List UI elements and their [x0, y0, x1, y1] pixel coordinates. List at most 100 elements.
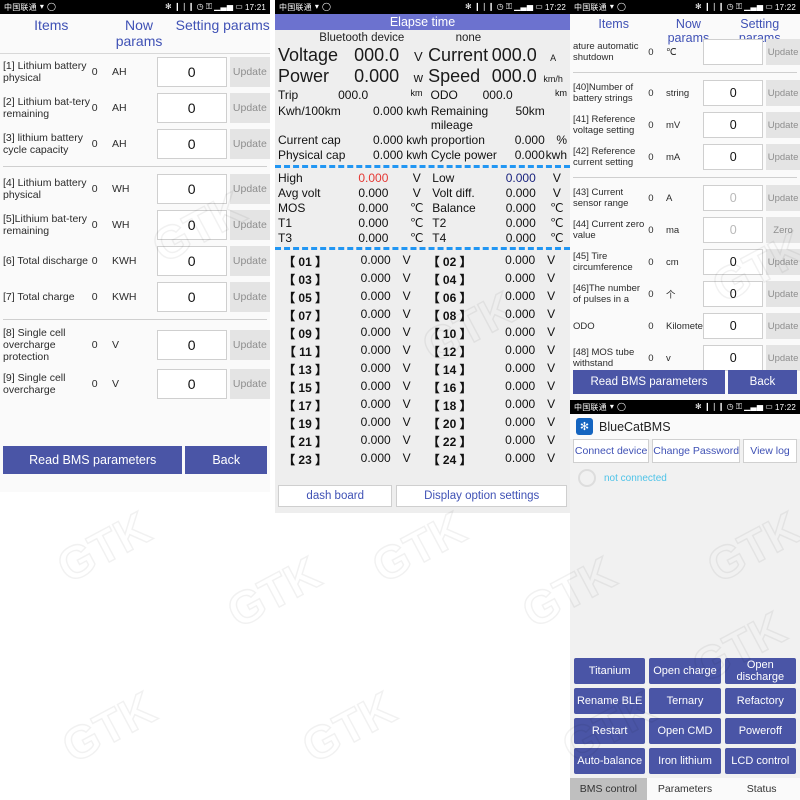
dash-board-button[interactable]: dash board: [278, 485, 393, 507]
tab-parameters[interactable]: Parameters: [647, 778, 724, 800]
control-button-open-discharge[interactable]: Open discharge: [724, 658, 796, 684]
param-input[interactable]: [703, 249, 764, 275]
read-bms-parameters-button[interactable]: Read BMS parameters: [3, 446, 183, 474]
param-input[interactable]: [703, 112, 764, 138]
param-button-wrap: Update: [227, 282, 270, 312]
cell-value-2: 0.000: [505, 342, 536, 357]
param-update-button[interactable]: Update: [229, 93, 270, 123]
param-update-button[interactable]: Update: [229, 369, 270, 399]
param-now-value: 0: [91, 102, 98, 114]
tab-bms-control[interactable]: BMS control: [570, 778, 647, 800]
signal-icon: ▾: [609, 2, 615, 11]
param-update-button[interactable]: Zero: [766, 217, 800, 243]
cell-voltage-row: 【 09 】 0.000 V 【 10 】 0.000 V: [278, 324, 567, 342]
dashboard-stat-row: High 0.000 V Low 0.000 V: [278, 170, 567, 185]
param-update-button[interactable]: Update: [229, 330, 270, 360]
param-name: [45] Tire circumference: [573, 251, 633, 273]
tab-status[interactable]: Status: [723, 778, 800, 800]
param-update-button[interactable]: Update: [229, 246, 270, 276]
param-update-button[interactable]: Update: [766, 185, 800, 211]
param-input[interactable]: [156, 282, 227, 312]
param-now-value: 0: [91, 339, 98, 351]
signal-icon: ▾: [314, 2, 320, 11]
cell-unit-2: V: [547, 324, 556, 339]
control-button-restart[interactable]: Restart: [574, 718, 646, 744]
param-input-wrap: [156, 246, 227, 276]
param-update-button[interactable]: Update: [229, 129, 270, 159]
param-input[interactable]: [703, 185, 764, 211]
param-update-button[interactable]: Update: [229, 282, 270, 312]
param-update-button[interactable]: Update: [766, 281, 800, 307]
toolbar-button-change-password[interactable]: Change Password: [652, 439, 741, 463]
battery-icon: ▭: [235, 2, 243, 11]
param-unit: WH: [111, 183, 130, 195]
param-input[interactable]: [156, 369, 227, 399]
header-now-params: Now params: [115, 17, 163, 49]
param-update-button[interactable]: Update: [766, 39, 800, 65]
param-update-button[interactable]: Update: [766, 80, 800, 106]
param-input-wrap: [703, 185, 764, 211]
back-button[interactable]: Back: [185, 446, 267, 474]
cell-unit-1: V: [402, 378, 411, 393]
param-update-button[interactable]: Update: [766, 345, 800, 371]
cell-unit-1: V: [402, 306, 411, 321]
param-now-value: 0: [91, 138, 98, 150]
param-input[interactable]: [703, 144, 764, 170]
readout-value-2: 000.0: [491, 45, 537, 65]
bottom-tab-bar: BMS control Parameters Status: [570, 778, 800, 800]
control-button-iron-lithium[interactable]: Iron lithium: [649, 748, 721, 774]
control-button-rename-ble[interactable]: Rename BLE: [574, 688, 646, 714]
display-option-settings-button[interactable]: Display option settings: [396, 485, 567, 507]
stat-value-2: 0.000: [505, 215, 536, 230]
param-unit: ma: [665, 224, 680, 236]
cell-value-1: 0.000: [360, 414, 391, 429]
back-button[interactable]: Back: [727, 370, 797, 394]
param-update-button[interactable]: Update: [229, 210, 270, 240]
watermark: GTK: [48, 500, 160, 593]
param-input[interactable]: [703, 313, 764, 339]
control-button-titanium[interactable]: Titanium: [574, 658, 646, 684]
alarm-icon: ◷: [196, 2, 204, 11]
trip-odo-row: Trip 000.0 km ODO 000.0 km: [278, 87, 567, 103]
control-button-open-charge[interactable]: Open charge: [649, 658, 721, 684]
control-button-lcd-control[interactable]: LCD control: [724, 748, 796, 774]
control-button-ternary[interactable]: Ternary: [649, 688, 721, 714]
control-button-refactory[interactable]: Refactory: [724, 688, 796, 714]
control-button-poweroff[interactable]: Poweroff: [724, 718, 796, 744]
param-input[interactable]: [156, 93, 227, 123]
info-label-2: Remaining mileage: [430, 103, 489, 132]
cell-unit-1: V: [402, 288, 411, 303]
param-input[interactable]: [156, 330, 227, 360]
param-input[interactable]: [156, 174, 227, 204]
stat-label-1: Avg volt: [278, 185, 321, 200]
toolbar-button-view-log[interactable]: View log: [743, 439, 797, 463]
param-input[interactable]: [156, 129, 227, 159]
read-bms-parameters-button[interactable]: Read BMS parameters: [573, 370, 725, 394]
param-update-button[interactable]: Update: [229, 57, 270, 87]
param-update-button[interactable]: Update: [766, 249, 800, 275]
param-update-button[interactable]: Update: [229, 174, 270, 204]
param-input[interactable]: [156, 57, 227, 87]
param-input[interactable]: [703, 281, 764, 307]
status-bar-left: 中国联通 ▾ ◯ ✻ ❙❘❙ ◷ ⚿ ▁▃▅ ▭ 17:21: [0, 0, 270, 14]
refresh-icon: ◯: [617, 2, 627, 11]
param-now-value: 0: [91, 66, 98, 78]
cell-index-2: 【 14 】: [427, 362, 472, 377]
param-update-button[interactable]: Update: [766, 144, 800, 170]
control-button-open-cmd[interactable]: Open CMD: [649, 718, 721, 744]
param-update-button[interactable]: Update: [766, 313, 800, 339]
param-update-button[interactable]: Update: [766, 112, 800, 138]
control-button-auto-balance[interactable]: Auto-balance: [574, 748, 646, 774]
param-name: [44] Current zero value: [573, 219, 645, 241]
param-input[interactable]: [703, 39, 764, 65]
param-input[interactable]: [703, 80, 764, 106]
param-input[interactable]: [703, 217, 764, 243]
battery-icon: ▭: [765, 2, 773, 11]
status-bar-right: 中国联通 ▾ ◯ ✻ ❙❘❙ ◷ ⚿ ▁▃▅ ▭ 17:22: [570, 0, 800, 14]
param-input[interactable]: [156, 246, 227, 276]
cell-unit-1: V: [402, 270, 411, 285]
param-input-wrap: [156, 369, 227, 399]
param-input[interactable]: [703, 345, 764, 371]
toolbar-button-connect-device[interactable]: Connect device: [573, 439, 650, 463]
param-input[interactable]: [156, 210, 227, 240]
